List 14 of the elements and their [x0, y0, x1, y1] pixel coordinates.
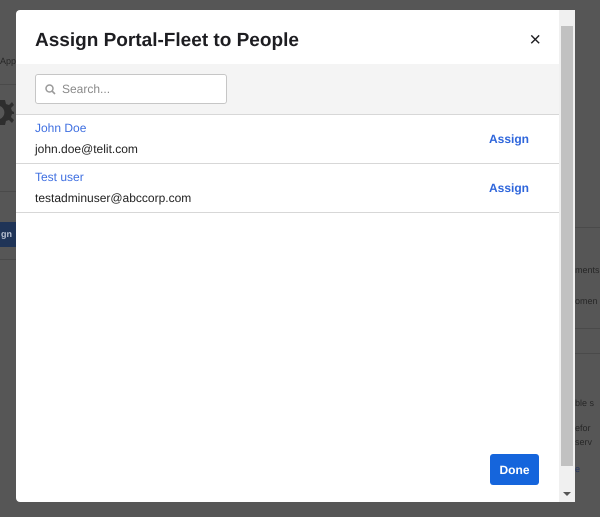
scrollbar[interactable] [559, 10, 575, 502]
assign-link[interactable]: Assign [488, 130, 529, 148]
person-name: John Doe [35, 120, 88, 136]
done-button[interactable]: Done [490, 454, 539, 485]
search-field[interactable]: Search... [35, 74, 227, 104]
assign-link[interactable]: Assign [488, 179, 529, 197]
close-button[interactable]: × [529, 30, 541, 50]
scrollbar-thumb[interactable] [561, 26, 573, 466]
gear-icon [0, 97, 14, 127]
dialog-title: Assign Portal-Fleet to People [35, 30, 299, 53]
person-name: Test user [35, 170, 85, 186]
scroll-down-icon[interactable] [563, 492, 571, 496]
person-email: john.doe@telit.com [35, 142, 138, 158]
person-email: testadminuser@abccorp.com [35, 190, 192, 206]
